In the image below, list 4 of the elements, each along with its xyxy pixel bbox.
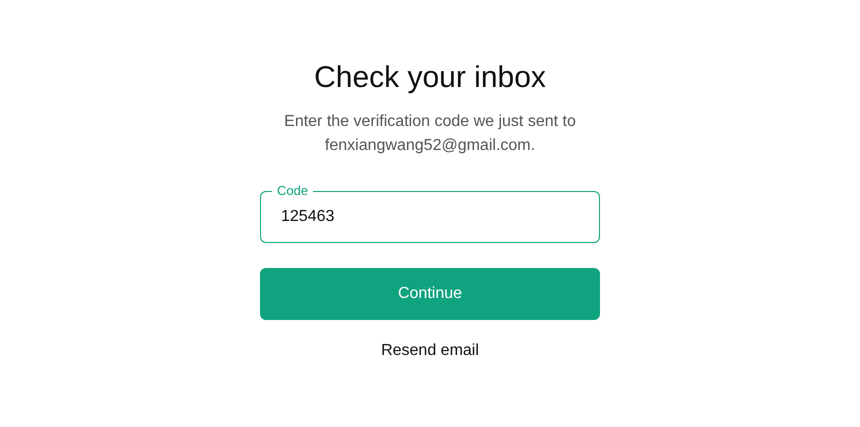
page-title: Check your inbox	[314, 60, 546, 96]
instruction-text: Enter the verification code we just sent to fenxiangwang52@gmail.com.	[283, 112, 577, 156]
field-label: Code	[272, 183, 314, 198]
resend-email-link[interactable]: Resend email	[381, 341, 479, 361]
